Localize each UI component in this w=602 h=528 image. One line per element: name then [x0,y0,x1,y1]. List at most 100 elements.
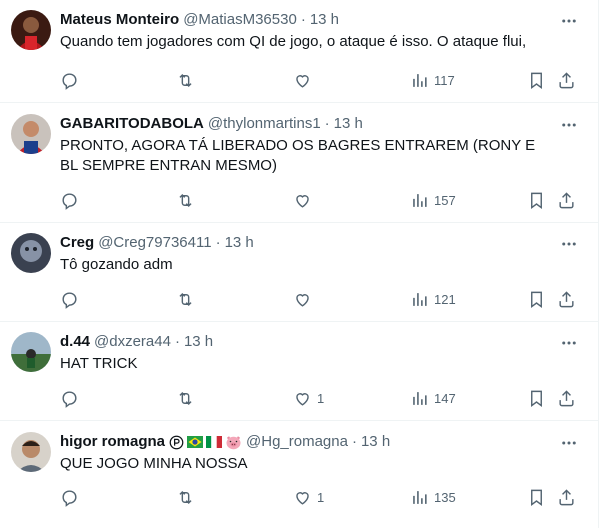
like-button[interactable] [293,69,317,91]
share-button[interactable] [557,486,576,508]
author-handle[interactable]: @Creg79736411 [98,233,211,253]
tweet-actions: 157 [60,189,590,211]
bookmark-icon [531,72,542,89]
separator-dot: · [174,333,180,350]
author-handle[interactable]: @thylonmartins1 [208,114,321,134]
share-icon [559,488,574,505]
reply-icon [62,390,77,408]
reply-icon [62,192,77,210]
heart-icon [296,194,309,208]
timestamp[interactable]: 13 h [334,114,363,134]
views-icon [413,193,427,207]
author-name[interactable]: Mateus Monteiro [60,10,179,30]
share-button[interactable] [557,69,576,91]
heart-icon [296,293,309,307]
bookmark-icon [531,390,542,407]
share-icon [559,71,574,88]
share-button[interactable] [557,189,576,211]
avatar[interactable] [11,432,51,472]
views-button[interactable]: 117 [410,69,455,91]
author-name[interactable]: Creg [60,233,94,253]
retweet-button[interactable] [176,288,195,310]
separator-dot: · [324,115,330,132]
share-button[interactable] [557,288,576,310]
share-button[interactable] [557,387,576,409]
brazil-flag-icon [187,436,204,448]
more-options-icon[interactable] [560,434,578,452]
avatar[interactable] [11,233,51,273]
views-icon [413,490,427,504]
tweet-header: Mateus Monteiro @MatiasM36530 · 13 h [60,10,558,30]
avatar[interactable] [11,332,51,372]
retweet-button[interactable] [176,486,195,508]
author-handle[interactable]: @MatiasM36530 [183,10,297,30]
share-icon [559,290,574,307]
bookmark-button[interactable] [527,486,546,508]
author-handle[interactable]: @dxzera44 [94,332,171,352]
view-count: 157 [434,192,456,208]
views-icon [413,391,427,405]
view-count: 121 [434,291,456,307]
reply-button[interactable] [60,387,79,409]
views-button[interactable]: 135 [410,486,456,508]
avatar[interactable] [11,10,51,50]
views-button[interactable]: 147 [410,387,456,409]
timestamp[interactable]: 13 h [361,432,390,452]
tweet-header: d.44 @dxzera44 · 13 h [60,332,558,352]
like-button[interactable]: 1 [293,486,324,508]
timeline-feed: Mateus Monteiro @MatiasM36530 · 13 h Qua… [0,0,599,528]
retweet-button[interactable] [176,69,195,91]
retweet-button[interactable] [176,387,195,409]
like-button[interactable] [293,189,317,211]
tweet[interactable]: GABARITODABOLA @thylonmartins1 · 13 h PR… [0,102,598,223]
tweet[interactable]: Mateus Monteiro @MatiasM36530 · 13 h Qua… [0,0,598,103]
bookmark-button[interactable] [527,69,546,91]
tweet-text: PRONTO, AGORA TÁ LIBERADO OS BAGRES ENTR… [60,137,536,174]
tweet-text: Quando tem jogadores com QI de jogo, o a… [60,33,527,50]
more-options-icon[interactable] [560,235,578,253]
tweet-text: HAT TRICK [60,355,138,372]
views-button[interactable]: 121 [410,288,456,310]
p-circle-icon [169,435,184,449]
tweet-text: Tô gozando adm [60,256,173,273]
retweet-button[interactable] [176,189,195,211]
share-icon [559,389,574,406]
views-icon [413,73,427,87]
tweet-actions: 1 147 [60,387,590,409]
tweet[interactable]: higor romagna @Hg_romagna · 13 h QUE JOG… [0,420,598,528]
more-options-icon[interactable] [560,334,578,352]
retweet-icon [179,73,192,87]
timestamp[interactable]: 13 h [310,10,339,30]
views-icon [413,292,427,306]
bookmark-button[interactable] [527,189,546,211]
like-count: 1 [317,390,325,406]
bookmark-icon [531,192,542,209]
tweet[interactable]: d.44 @dxzera44 · 13 h HAT TRICK 1 147 [0,321,598,421]
retweet-icon [179,490,192,504]
bookmark-button[interactable] [527,387,546,409]
reply-button[interactable] [60,486,79,508]
like-button[interactable] [293,288,317,310]
bookmark-button[interactable] [527,288,546,310]
heart-icon [296,74,309,88]
author-name[interactable]: higor romagna [60,432,165,452]
reply-button[interactable] [60,288,79,310]
more-options-icon[interactable] [560,116,578,134]
reply-icon [62,72,77,90]
reply-button[interactable] [60,69,79,91]
tweet-header: higor romagna @Hg_romagna · 13 h [60,432,558,452]
tweet-actions: 121 [60,288,590,310]
retweet-icon [179,193,192,207]
reply-button[interactable] [60,189,79,211]
views-button[interactable]: 157 [410,189,456,211]
like-button[interactable]: 1 [293,387,324,409]
avatar[interactable] [11,114,51,154]
timestamp[interactable]: 13 h [225,233,254,253]
author-name[interactable]: GABARITODABOLA [60,114,204,134]
author-handle[interactable]: @Hg_romagna [246,432,348,452]
timestamp[interactable]: 13 h [184,332,213,352]
author-name[interactable]: d.44 [60,332,90,352]
tweet[interactable]: Creg @Creg79736411 · 13 h Tô gozando adm… [0,222,598,322]
more-options-icon[interactable] [560,12,578,30]
reply-icon [62,291,77,309]
